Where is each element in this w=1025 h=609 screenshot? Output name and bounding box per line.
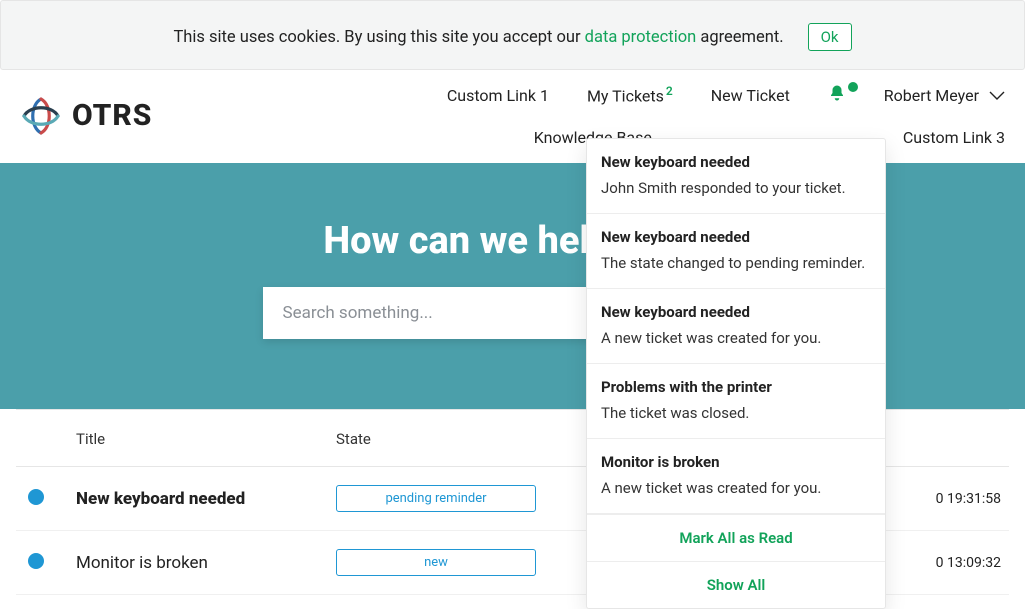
notification-body: John Smith responded to your ticket.: [601, 179, 871, 197]
notification-item[interactable]: New keyboard needed John Smith responded…: [587, 139, 885, 214]
user-name: Robert Meyer: [884, 86, 979, 105]
notification-title: Problems with the printer: [601, 378, 871, 396]
brand-name: OTRS: [72, 98, 152, 133]
notification-item[interactable]: Monitor is broken A new ticket was creat…: [587, 439, 885, 514]
notification-item[interactable]: Problems with the printer The ticket was…: [587, 364, 885, 439]
notification-title: New keyboard needed: [601, 153, 871, 171]
logo-icon: [20, 95, 62, 137]
status-dot-icon: [28, 489, 44, 505]
notification-body: A new ticket was created for you.: [601, 479, 871, 497]
notification-title: New keyboard needed: [601, 303, 871, 321]
my-tickets-count-badge: 2: [666, 84, 673, 98]
notification-body: The ticket was closed.: [601, 404, 871, 422]
notification-item[interactable]: New keyboard needed The state changed to…: [587, 214, 885, 289]
notification-title: Monitor is broken: [601, 453, 871, 471]
status-dot-icon: [28, 553, 44, 569]
state-pill: new: [336, 549, 536, 576]
nav-custom-link-1[interactable]: Custom Link 1: [447, 86, 549, 105]
ticket-title: Monitor is broken: [76, 553, 208, 573]
top-nav: OTRS Custom Link 1 My Tickets2 New Ticke…: [0, 70, 1025, 147]
ticket-title: New keyboard needed: [76, 489, 245, 509]
notification-item[interactable]: New keyboard needed A new ticket was cre…: [587, 289, 885, 364]
mark-all-read-button[interactable]: Mark All as Read: [587, 514, 885, 561]
cookie-banner: This site uses cookies. By using this si…: [0, 0, 1025, 70]
notification-body: The state changed to pending reminder.: [601, 254, 871, 272]
column-header-title[interactable]: Title: [76, 410, 336, 467]
nav-row-primary: Custom Link 1 My Tickets2 New Ticket Rob…: [447, 84, 1009, 106]
data-protection-link[interactable]: data protection: [585, 28, 697, 47]
cookie-ok-button[interactable]: Ok: [808, 23, 852, 51]
bell-icon: [828, 84, 846, 106]
cookie-suffix: agreement.: [696, 28, 783, 47]
nav-my-tickets[interactable]: My Tickets2: [587, 84, 673, 105]
notification-body: A new ticket was created for you.: [601, 329, 871, 347]
cookie-prefix: This site uses cookies. By using this si…: [173, 28, 584, 47]
user-menu[interactable]: Robert Meyer: [884, 86, 1005, 105]
nav-my-tickets-label: My Tickets: [587, 87, 664, 106]
nav-new-ticket[interactable]: New Ticket: [711, 86, 790, 105]
cookie-text: This site uses cookies. By using this si…: [173, 28, 783, 47]
notifications-panel: New keyboard needed John Smith responded…: [586, 138, 886, 609]
notification-dot-icon: [848, 82, 858, 92]
logo[interactable]: OTRS: [16, 95, 152, 137]
chevron-down-icon: [989, 86, 1005, 105]
show-all-button[interactable]: Show All: [587, 561, 885, 608]
state-pill: pending reminder: [336, 485, 536, 512]
notifications-button[interactable]: [828, 84, 846, 106]
notification-title: New keyboard needed: [601, 228, 871, 246]
nav-custom-link-3[interactable]: Custom Link 3: [903, 128, 1005, 147]
